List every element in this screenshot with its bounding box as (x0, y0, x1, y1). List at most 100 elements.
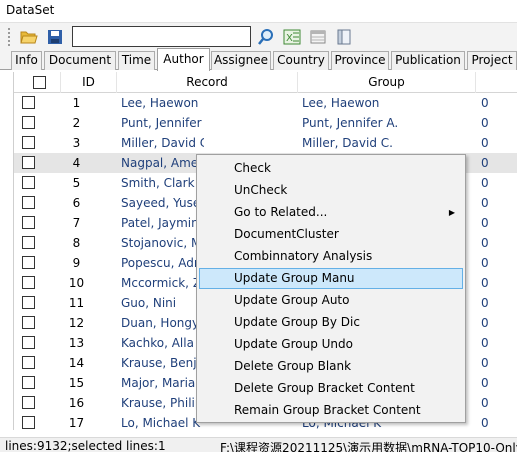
menu-item-delete-group-bracket-content[interactable]: Delete Group Bracket Content (199, 378, 463, 399)
submenu-arrow-icon: ▶ (448, 208, 455, 217)
row-record: Miller, David C. (121, 136, 204, 150)
save-icon[interactable] (44, 26, 66, 48)
menu-item-uncheck[interactable]: UnCheck (199, 180, 463, 201)
row-record: Krause, Benja (121, 356, 204, 370)
row-count: 0 (481, 276, 489, 290)
row-group: Lee, Haewon (302, 96, 380, 110)
panel-icon[interactable] (333, 26, 355, 48)
row-id: 15 (68, 376, 85, 390)
row-checkbox[interactable] (22, 156, 35, 169)
group-column-header[interactable]: Group (298, 72, 476, 93)
id-column-header[interactable]: ID (61, 72, 117, 93)
row-checkbox[interactable] (22, 336, 35, 349)
row-count: 0 (481, 176, 489, 190)
select-all-checkbox[interactable] (33, 76, 46, 89)
search-input[interactable] (72, 26, 251, 47)
row-record: Mccormick, Z (121, 276, 202, 290)
row-count: 0 (481, 156, 489, 170)
record-column-header[interactable]: Record (117, 72, 298, 93)
menu-item-update-group-auto[interactable]: Update Group Auto (199, 290, 463, 311)
row-checkbox[interactable] (22, 396, 35, 409)
row-id: 6 (72, 196, 81, 210)
row-record: Stojanovic, M (121, 236, 202, 250)
menu-item-update-group-by-dic[interactable]: Update Group By Dic (199, 312, 463, 333)
row-id: 12 (68, 316, 85, 330)
menu-item-check[interactable]: Check (199, 158, 463, 179)
search-icon[interactable] (255, 26, 277, 48)
tab-document[interactable]: Document (44, 51, 116, 70)
row-record: Krause, Philip (121, 396, 203, 410)
row-id: 17 (68, 416, 85, 430)
menu-item-label: Delete Group Bracket Content (234, 381, 415, 395)
menu-item-update-group-undo[interactable]: Update Group Undo (199, 334, 463, 355)
tab-info[interactable]: Info (11, 51, 42, 70)
row-checkbox[interactable] (22, 256, 35, 269)
tab-project[interactable]: Project (467, 51, 517, 70)
row-checkbox[interactable] (22, 316, 35, 329)
menu-item-go-to-related[interactable]: Go to Related... ▶ (199, 202, 463, 223)
open-folder-icon[interactable] (18, 26, 40, 48)
window-title: DataSet (0, 0, 517, 22)
status-bar: lines:9132;selected lines:1 F:\课程资源20211… (0, 437, 517, 452)
toolbar-grip[interactable] (8, 27, 12, 46)
row-checkbox[interactable] (22, 276, 35, 289)
tab-time[interactable]: Time (118, 51, 155, 70)
menu-item-label: Update Group By Dic (234, 315, 360, 329)
tab-country[interactable]: Country (273, 51, 329, 70)
menu-item-label: Delete Group Blank (234, 359, 352, 373)
row-count: 0 (481, 376, 489, 390)
toolbar: X (0, 22, 517, 50)
row-checkbox[interactable] (22, 216, 35, 229)
tab-author[interactable]: Author (157, 48, 210, 71)
row-group: Punt, Jennifer A. (302, 116, 399, 130)
excel-icon[interactable]: X (281, 26, 303, 48)
row-id: 3 (72, 136, 81, 150)
row-record: Sayeed, Yuse (121, 196, 201, 210)
tab-assignee[interactable]: Assignee (211, 51, 271, 70)
menu-item-delete-group-blank[interactable]: Delete Group Blank (199, 356, 463, 377)
tab-province[interactable]: Province (331, 51, 389, 70)
menu-item-label: DocumentCluster (234, 227, 339, 241)
svg-text:X: X (286, 33, 293, 44)
table-icon[interactable] (307, 26, 329, 48)
menu-item-remain-group-bracket-content[interactable]: Remain Group Bracket Content (199, 400, 463, 421)
menu-item-label: Remain Group Bracket Content (234, 403, 421, 417)
table-row[interactable]: 2 Punt, Jennifer A. Punt, Jennifer A. 0 (14, 113, 517, 133)
row-record: Punt, Jennifer A. (121, 116, 204, 130)
row-checkbox[interactable] (22, 176, 35, 189)
row-checkbox[interactable] (22, 296, 35, 309)
menu-item-label: Update Group Auto (234, 293, 350, 307)
menu-item-label: UnCheck (234, 183, 288, 197)
tab-publication[interactable]: Publication (391, 51, 465, 70)
row-checkbox[interactable] (22, 136, 35, 149)
row-checkbox[interactable] (22, 236, 35, 249)
row-checkbox[interactable] (22, 96, 35, 109)
row-count: 0 (481, 216, 489, 230)
row-count: 0 (481, 416, 489, 430)
row-checkbox[interactable] (22, 376, 35, 389)
menu-item-combinnatory-analysis[interactable]: Combinnatory Analysis (199, 246, 463, 267)
row-record: Duan, Hongy (121, 316, 200, 330)
row-count: 0 (481, 316, 489, 330)
row-checkbox[interactable] (22, 416, 35, 429)
row-checkbox[interactable] (22, 116, 35, 129)
extra-column-header[interactable] (476, 72, 517, 93)
row-count: 0 (481, 96, 489, 110)
menu-item-label: Go to Related... (234, 205, 328, 219)
menu-item-label: Combinnatory Analysis (234, 249, 373, 263)
context-menu: Check UnCheck Go to Related... ▶ DocumentClu… (196, 154, 466, 423)
row-id: 9 (72, 256, 81, 270)
menu-item-label: Check (234, 161, 271, 175)
row-checkbox[interactable] (22, 196, 35, 209)
row-record: Nagpal, Ame (121, 156, 199, 170)
row-id: 8 (72, 236, 81, 250)
row-record: Patel, Jaymin (121, 216, 199, 230)
menu-item-update-group-manu[interactable]: Update Group Manu (199, 268, 463, 289)
row-checkbox[interactable] (22, 356, 35, 369)
table-row[interactable]: 3 Miller, David C. Miller, David C. 0 (14, 133, 517, 153)
table-row[interactable]: 1 Lee, Haewon Lee, Haewon 0 (14, 93, 517, 113)
row-id: 16 (68, 396, 85, 410)
row-id: 11 (68, 296, 85, 310)
menu-item-documentcluster[interactable]: DocumentCluster (199, 224, 463, 245)
row-id: 4 (72, 156, 81, 170)
